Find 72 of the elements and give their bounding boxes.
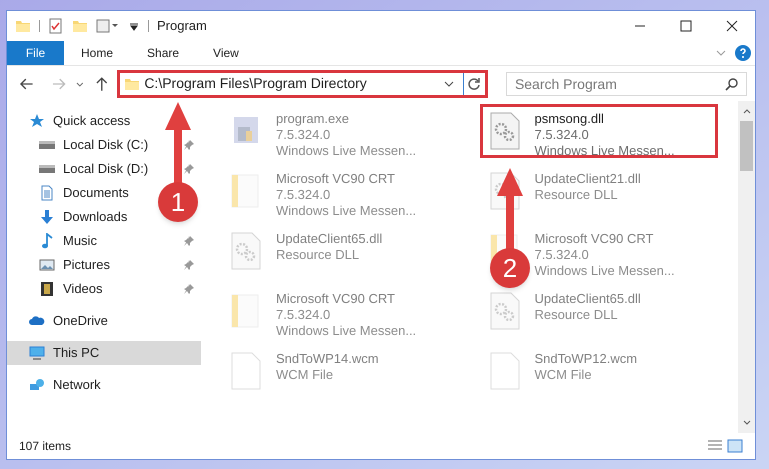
file-name[interactable]: UpdateClient21.dll [534, 171, 641, 187]
file-detail: 7.5.324.0 [276, 307, 332, 323]
search-field[interactable]: Search Program [506, 72, 747, 96]
address-bar[interactable]: C:\Program Files\Program Directory [117, 70, 488, 98]
address-path: C:\Program Files\Program Directory [144, 74, 368, 93]
file-detail: 7.5.324.0 [276, 187, 332, 203]
ribbon-tab[interactable]: Home [64, 41, 130, 65]
download-arrow-icon [39, 209, 55, 225]
file-detail: Resource DLL [534, 187, 619, 203]
file-detail: WCM File [534, 367, 593, 383]
file-detail: 7.5.324.0 [276, 127, 332, 143]
pin-icon[interactable] [183, 139, 195, 151]
file-name[interactable]: SndToWP14.wcm [276, 351, 379, 367]
ribbon-tab[interactable]: View [196, 41, 256, 65]
nav-item[interactable]: This PC [7, 341, 201, 365]
file-name[interactable]: program.exe [276, 111, 416, 127]
window-title: Program [157, 17, 207, 36]
ribbon-tab[interactable]: File [7, 41, 64, 65]
music-note-icon [39, 233, 55, 249]
monitor-icon [29, 345, 45, 361]
up-arrow-icon[interactable] [94, 76, 110, 92]
file-detail: WCM File [276, 367, 334, 383]
nav-item[interactable]: Documents [7, 181, 129, 205]
file-name[interactable]: Microsoft VC90 CRT [276, 291, 416, 307]
scrollbar[interactable] [738, 101, 755, 433]
nav-item[interactable]: Music [7, 229, 201, 253]
new-folder-icon [72, 18, 88, 34]
close-icon [726, 20, 738, 32]
ribbon-tab[interactable]: Share [130, 41, 196, 65]
file-detail: 7.5.324.0 [534, 127, 590, 143]
view-options-icon [96, 18, 120, 34]
help-icon [735, 45, 751, 61]
pin-icon[interactable] [183, 235, 195, 247]
back-arrow-icon[interactable] [19, 76, 35, 92]
network-icon [29, 377, 45, 393]
file-name[interactable]: psmsong.dll [534, 111, 675, 127]
search-icon [725, 76, 739, 90]
item-count: 107 items [19, 438, 72, 455]
properties-icon [48, 18, 64, 34]
file-detail: Windows Live Messen... [534, 143, 675, 159]
file-name[interactable]: Microsoft VC90 CRT [534, 231, 675, 247]
nav-item[interactable]: Pictures [7, 253, 201, 277]
drive-icon [39, 141, 55, 149]
nav-item[interactable]: Quick access [7, 109, 201, 133]
maximize-icon [680, 20, 692, 32]
pin-icon[interactable] [183, 259, 195, 271]
nav-item[interactable]: Network [7, 373, 201, 397]
file-detail: Windows Live Messen... [276, 143, 416, 159]
file-name[interactable]: SndToWP12.wcm [534, 351, 638, 367]
file-detail: Resource DLL [276, 247, 360, 263]
pin-icon[interactable] [183, 283, 195, 295]
large-icons-view-icon[interactable] [727, 438, 743, 454]
nav-item[interactable]: OneDrive [7, 309, 201, 333]
film-icon [39, 281, 55, 297]
file-name[interactable]: UpdateClient65.dll [534, 291, 641, 307]
file-detail: Windows Live Messen... [534, 263, 675, 279]
file-name[interactable]: UpdateClient65.dll [276, 231, 382, 247]
refresh-icon[interactable] [467, 76, 482, 90]
file-detail: Resource DLL [534, 307, 619, 323]
scrollbar-thumb[interactable] [740, 121, 753, 171]
folder-icon [15, 18, 31, 34]
nav-item[interactable]: Videos [7, 277, 201, 301]
document-icon [39, 185, 55, 201]
drive-icon [39, 165, 55, 173]
pin-icon[interactable] [183, 163, 195, 175]
nav-item[interactable]: Downloads [7, 205, 128, 229]
file-name[interactable]: Microsoft VC90 CRT [276, 171, 416, 187]
star-icon [29, 113, 45, 129]
file-detail: 7.5.324.0 [534, 247, 590, 263]
file-detail: Windows Live Messen... [276, 203, 416, 219]
file-detail: Windows Live Messen... [276, 323, 416, 339]
pictures-icon [39, 257, 55, 273]
